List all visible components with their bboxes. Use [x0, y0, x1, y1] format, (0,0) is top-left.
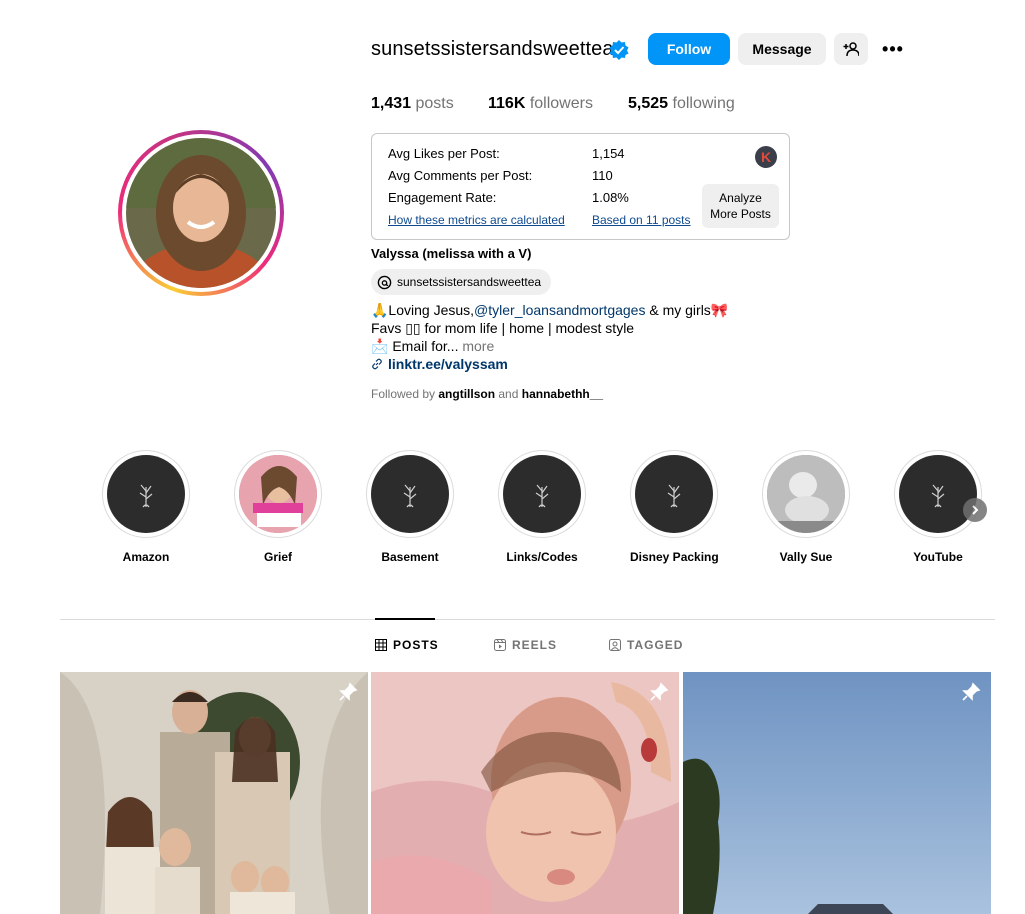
based-on-posts-link[interactable]: Based on 11 posts — [592, 213, 691, 227]
avg-likes-value: 1,154 — [592, 146, 625, 161]
tab-posts[interactable]: POSTS — [375, 638, 439, 652]
bio-line-1: 🙏Loving Jesus,@tyler_loansandmortgages &… — [371, 301, 728, 319]
tab-reels-label: REELS — [512, 638, 558, 652]
highlights-next-button[interactable] — [963, 498, 987, 522]
active-tab-indicator — [375, 618, 435, 620]
profile-stats: 1,431 posts 116K followers 5,525 followi… — [371, 95, 735, 113]
following-stat[interactable]: 5,525 following — [628, 95, 735, 113]
grid-icon — [375, 639, 387, 651]
post-image — [60, 672, 368, 914]
pinned-icon — [339, 682, 358, 701]
avg-comments-value: 110 — [592, 168, 613, 183]
followers-label: followers — [525, 95, 593, 112]
highlight-label: Vally Sue — [779, 550, 833, 564]
posts-label: posts — [411, 95, 454, 112]
bio-mention-link[interactable]: @tyler_loansandmortgages — [474, 302, 645, 318]
bio-line1-suffix: & my girls🎀 — [645, 302, 729, 318]
pinned-icon — [962, 682, 981, 701]
profile-avatar[interactable] — [118, 130, 284, 296]
bio-line-3: 📩 Email for... more — [371, 337, 728, 355]
highlight-cover-icon — [371, 455, 449, 533]
engagement-label: Engagement Rate: — [388, 190, 497, 205]
threads-icon — [377, 275, 392, 289]
more-options-icon: ••• — [882, 38, 904, 59]
highlight-label: YouTube — [913, 550, 963, 564]
add-person-icon — [843, 42, 859, 57]
full-name: Valyssa (melissa with a V) — [371, 246, 532, 261]
avg-comments-label: Avg Comments per Post: — [388, 168, 533, 183]
bio-external-link[interactable]: linktr.ee/valyssam — [371, 355, 728, 373]
highlight-label: Basement — [381, 550, 439, 564]
engagement-value: 1.08% — [592, 190, 629, 205]
engagement-metrics-panel: Avg Likes per Post: 1,154 Avg Comments p… — [371, 133, 790, 240]
highlight-cover-icon — [503, 455, 581, 533]
highlight-cover-photo — [767, 455, 845, 533]
post-tile[interactable] — [683, 672, 991, 914]
more-options-button[interactable]: ••• — [878, 33, 908, 65]
followed-by-prefix: Followed by — [371, 387, 439, 401]
followers-stat[interactable]: 116K followers — [488, 95, 628, 113]
username: sunsetssistersandsweettea — [371, 38, 614, 60]
pinned-icon — [650, 682, 669, 701]
bio-link-text: linktr.ee/valyssam — [388, 356, 508, 372]
avg-likes-label: Avg Likes per Post: — [388, 146, 500, 161]
highlight-grief[interactable]: Grief — [234, 450, 322, 564]
highlight-vally-sue[interactable]: Vally Sue — [762, 450, 850, 564]
highlight-links-codes[interactable]: Links/Codes — [498, 450, 586, 564]
highlight-basement[interactable]: Basement — [366, 450, 454, 564]
verified-badge-icon — [609, 40, 629, 60]
post-tile[interactable] — [371, 672, 679, 914]
tabs-divider — [60, 619, 995, 620]
extension-logo-icon[interactable]: K — [755, 146, 777, 168]
link-icon — [372, 358, 382, 370]
tab-posts-label: POSTS — [393, 638, 439, 652]
avatar-image — [126, 138, 276, 288]
highlight-label: Disney Packing — [630, 550, 719, 564]
highlight-label: Links/Codes — [506, 550, 578, 564]
tab-tagged[interactable]: TAGGED — [609, 638, 683, 652]
followed-by-and: and — [495, 387, 522, 401]
highlight-cover-icon — [107, 455, 185, 533]
chevron-right-icon — [972, 505, 979, 515]
metrics-info-link[interactable]: How these metrics are calculated — [388, 213, 565, 227]
following-label: following — [668, 95, 735, 112]
message-button[interactable]: Message — [738, 33, 826, 65]
followed-by[interactable]: Followed by angtillson and hannabethh__ — [371, 387, 603, 401]
posts-stat: 1,431 posts — [371, 95, 488, 113]
highlight-cover-icon — [635, 455, 713, 533]
followed-by-user-1: angtillson — [438, 387, 496, 401]
bio-line1-prefix: 🙏Loving Jesus, — [371, 302, 475, 318]
followers-count: 116K — [488, 95, 526, 112]
highlight-cover-icon — [899, 455, 977, 533]
bio-more-button[interactable]: more — [458, 338, 494, 354]
tab-tagged-label: TAGGED — [627, 638, 684, 652]
threads-badge[interactable]: sunsetssistersandsweettea — [371, 269, 552, 295]
following-count: 5,525 — [628, 95, 669, 112]
highlight-amazon[interactable]: Amazon — [102, 450, 190, 564]
followed-by-user-2: hannabethh__ — [521, 387, 604, 401]
reels-icon — [494, 639, 506, 651]
post-image — [371, 672, 679, 914]
analyze-line1: Analyze — [719, 191, 762, 205]
highlight-cover-photo — [239, 455, 317, 533]
suggest-accounts-button[interactable] — [834, 33, 868, 65]
highlight-disney-packing[interactable]: Disney Packing — [630, 450, 719, 564]
post-tile[interactable] — [60, 672, 368, 914]
bio-line-2: Favs ▯▯ for mom life | home | modest sty… — [371, 320, 635, 336]
bio-line3-text: 📩 Email for... — [371, 338, 459, 354]
tab-reels[interactable]: REELS — [494, 638, 557, 652]
post-image — [683, 672, 991, 914]
highlight-label: Amazon — [122, 550, 170, 564]
analyze-line2: More Posts — [710, 207, 771, 221]
threads-handle: sunsetssistersandsweettea — [397, 275, 542, 289]
analyze-more-posts-button[interactable]: Analyze More Posts — [702, 184, 779, 228]
bio: 🙏Loving Jesus,@tyler_loansandmortgages &… — [371, 301, 728, 373]
posts-count: 1,431 — [371, 95, 412, 112]
follow-button[interactable]: Follow — [648, 33, 730, 65]
highlight-label: Grief — [263, 550, 292, 564]
tagged-icon — [609, 639, 621, 651]
